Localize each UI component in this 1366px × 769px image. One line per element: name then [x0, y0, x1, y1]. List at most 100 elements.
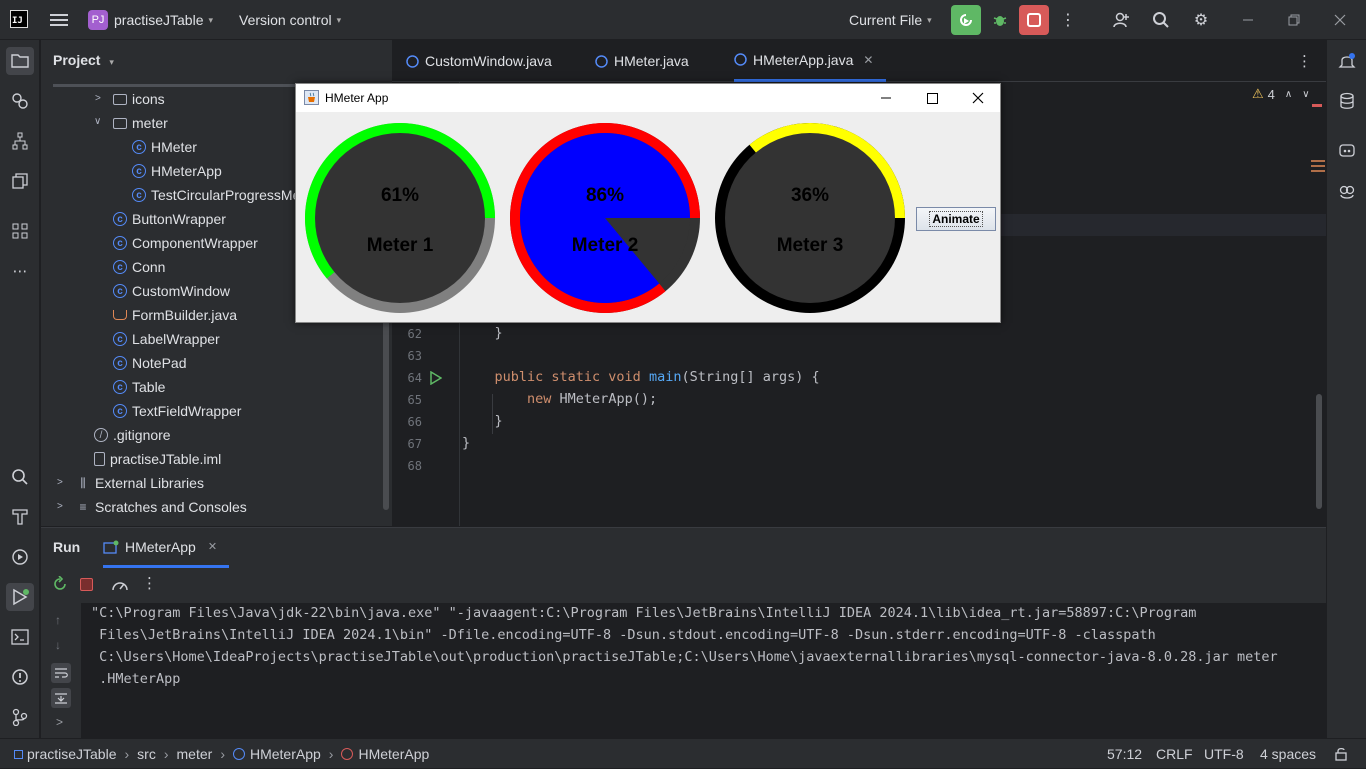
tree-item-labelwrapper[interactable]: c LabelWrapper [113, 327, 220, 351]
intellij-logo-icon[interactable]: IJ [10, 10, 28, 28]
stop-button[interactable] [1019, 5, 1049, 35]
ai-assistant-icon[interactable] [1333, 137, 1361, 165]
class-icon: c [113, 284, 127, 298]
find-icon[interactable] [6, 463, 34, 491]
rerun-button[interactable] [951, 5, 981, 35]
project-selector[interactable]: PJ practiseJTable ▾ [88, 0, 213, 40]
bookmarks-icon[interactable] [6, 167, 34, 195]
project-panel-title[interactable]: Project ▾ [53, 52, 114, 68]
breadcrumb-src[interactable]: src [137, 746, 156, 762]
chevron-right-icon[interactable]: > [56, 715, 63, 729]
tab-hmeter[interactable]: HMeter.java [595, 40, 689, 82]
line-separator[interactable]: CRLF [1156, 739, 1193, 769]
caret-position[interactable]: 57:12 [1107, 739, 1142, 769]
minimize-icon[interactable] [1233, 5, 1263, 35]
breadcrumb-project[interactable]: practiseJTable [27, 746, 117, 762]
plugins-icon[interactable] [6, 217, 34, 245]
tree-item-componentwrapper[interactable]: c ComponentWrapper [113, 231, 258, 255]
restore-icon[interactable] [1279, 5, 1309, 35]
window-title-bar[interactable]: HMeter App [296, 84, 1000, 112]
more-actions-icon[interactable]: ⋮ [1053, 5, 1083, 35]
tab-hmeterapp[interactable]: HMeterApp.java ✕ [734, 40, 886, 82]
breadcrumb-class[interactable]: HMeterApp [250, 746, 321, 762]
services-run-icon[interactable] [6, 543, 34, 571]
run-config-selector[interactable]: Current File ▾ [849, 0, 932, 40]
console-output[interactable]: "C:\Program Files\Java\jdk-22\bin\java.e… [81, 603, 1326, 739]
git-icon[interactable] [6, 703, 34, 731]
chevron-right-icon[interactable]: > [57, 501, 63, 512]
tree-item-table[interactable]: c Table [113, 375, 165, 399]
tree-item-hmeter[interactable]: c HMeter [132, 135, 197, 159]
rerun-icon[interactable] [52, 575, 68, 595]
console-line: "C:\Program Files\Java\jdk-22\bin\java.e… [91, 605, 1197, 621]
tree-item-conn[interactable]: c Conn [113, 255, 165, 279]
tree-item-label: Scratches and Consoles [95, 499, 247, 515]
lock-icon[interactable] [1334, 739, 1348, 769]
indent-setting[interactable]: 4 spaces [1260, 739, 1316, 769]
build-icon[interactable] [6, 503, 34, 531]
tree-item-iml[interactable]: practiseJTable.iml [94, 447, 221, 471]
inspection-widget[interactable]: ⚠ 4 ∧ ∨ [1252, 86, 1310, 102]
soft-wrap-icon[interactable] [51, 663, 71, 683]
tree-item-textfieldwrapper[interactable]: c TextFieldWrapper [113, 399, 241, 423]
more-tools-icon[interactable]: ⋯ [6, 257, 34, 285]
database-icon[interactable] [1333, 87, 1361, 115]
close-tab-icon[interactable]: ✕ [863, 53, 873, 67]
file-encoding[interactable]: UTF-8 [1204, 739, 1244, 769]
animate-button[interactable]: Animate [916, 207, 996, 231]
scroll-to-end-icon[interactable] [51, 688, 71, 708]
error-stripe-marker[interactable] [1312, 104, 1322, 107]
close-icon[interactable]: ✕ [208, 540, 217, 553]
tree-item-customwindow[interactable]: c CustomWindow [113, 279, 230, 303]
run-tool-icon[interactable] [6, 583, 34, 611]
arrow-up-icon[interactable]: ↑ [55, 613, 61, 627]
editor-scrollbar[interactable] [1316, 394, 1322, 509]
close-icon[interactable] [955, 84, 1001, 112]
terminal-icon[interactable] [6, 623, 34, 651]
notifications-icon[interactable] [1333, 47, 1361, 75]
arrow-down-icon[interactable]: ↓ [55, 638, 61, 652]
structure-marker-icon[interactable] [1311, 160, 1325, 172]
tree-item-icons[interactable]: icons [113, 87, 165, 111]
gear-icon[interactable]: ⚙ [1186, 5, 1216, 35]
tree-item-meter[interactable]: meter [113, 111, 168, 135]
tree-item-formbuilder[interactable]: FormBuilder.java [113, 303, 237, 327]
services-icon[interactable] [6, 87, 34, 115]
problems-icon[interactable] [6, 663, 34, 691]
maximize-icon[interactable] [909, 84, 955, 112]
tree-item-scratches[interactable]: ≡ Scratches and Consoles [76, 495, 247, 519]
project-folder-icon[interactable] [6, 47, 34, 75]
breadcrumb-meter[interactable]: meter [177, 746, 213, 762]
chevron-down-icon[interactable]: ∨ [1302, 89, 1309, 100]
chevron-right-icon[interactable]: > [57, 477, 63, 488]
vcs-selector[interactable]: Version control ▾ [239, 0, 341, 40]
structure-icon[interactable] [6, 127, 34, 155]
tree-item-external-libraries[interactable]: ⫼ External Libraries [76, 471, 204, 495]
close-icon[interactable] [1325, 5, 1355, 35]
run-gutter-icon[interactable] [430, 370, 443, 388]
tab-customwindow[interactable]: CustomWindow.java [406, 40, 552, 82]
tree-item-buttonwrapper[interactable]: c ButtonWrapper [113, 207, 226, 231]
tree-item-label: FormBuilder.java [132, 307, 238, 323]
profiler-icon[interactable] [111, 577, 129, 596]
copilot-icon[interactable] [1333, 177, 1361, 205]
search-icon[interactable] [1146, 5, 1176, 35]
tree-item-label: CustomWindow [132, 283, 231, 299]
stop-icon[interactable] [80, 578, 93, 591]
breadcrumb-method[interactable]: HMeterApp [358, 746, 429, 762]
tab-options-icon[interactable]: ⋮ [1297, 52, 1312, 70]
tree-item-gitignore[interactable]: / .gitignore [94, 423, 171, 447]
add-user-icon[interactable] [1106, 5, 1136, 35]
more-options-icon[interactable]: ⋮ [142, 574, 157, 592]
window-title: HMeter App [325, 91, 389, 105]
main-menu-icon[interactable] [44, 5, 74, 35]
chevron-right-icon[interactable]: > [95, 93, 101, 104]
chevron-up-icon[interactable]: ∧ [1285, 89, 1292, 100]
debug-icon[interactable] [985, 5, 1015, 35]
chevron-down-icon[interactable]: ∨ [94, 116, 101, 127]
tree-item-testcircularprogress[interactable]: c TestCircularProgressMe [132, 183, 300, 207]
run-tab-hmeterapp[interactable]: HMeterApp ✕ [103, 528, 229, 568]
tree-item-hmeterapp[interactable]: c HMeterApp [132, 159, 222, 183]
minimize-icon[interactable] [863, 84, 909, 112]
tree-item-notepad[interactable]: c NotePad [113, 351, 186, 375]
